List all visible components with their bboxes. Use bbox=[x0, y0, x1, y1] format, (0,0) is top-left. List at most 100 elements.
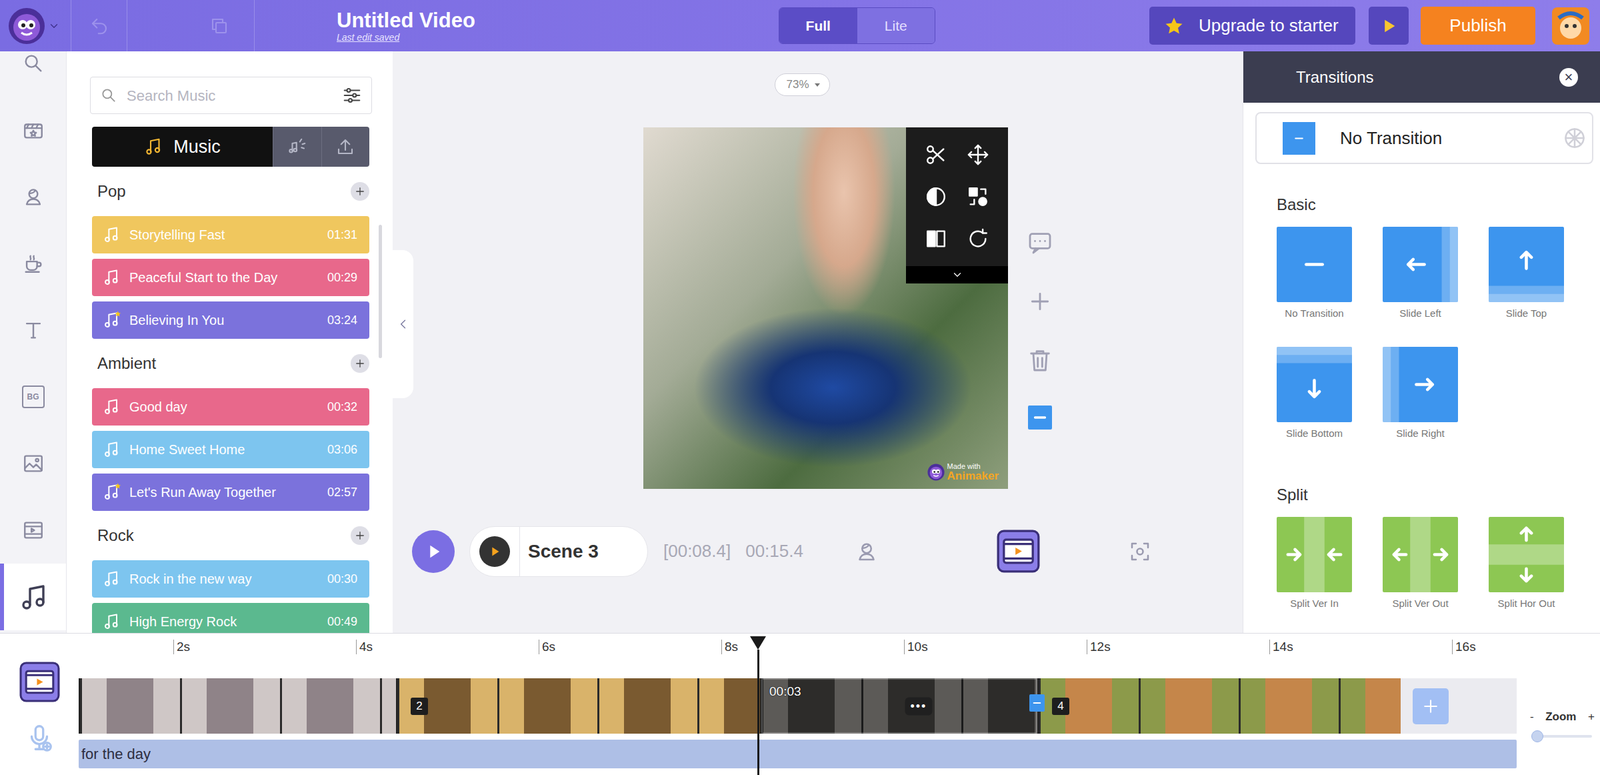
music-tab[interactable]: Music bbox=[92, 126, 273, 167]
add-icon[interactable] bbox=[350, 182, 370, 201]
view-button[interactable] bbox=[998, 531, 1038, 572]
music-track[interactable]: Home Sweet Home03:06 bbox=[92, 430, 370, 468]
music-track[interactable]: Believing In You03:24 bbox=[92, 301, 370, 339]
watermark-text: Made withAnimaker bbox=[947, 462, 999, 482]
rotate-icon[interactable] bbox=[966, 227, 990, 250]
transition-option[interactable]: Split Ver Out bbox=[1382, 516, 1458, 611]
scenes-icon[interactable] bbox=[19, 661, 60, 702]
play-button[interactable] bbox=[412, 530, 455, 573]
toolbar-more[interactable] bbox=[906, 266, 1008, 284]
view-button[interactable] bbox=[846, 531, 887, 572]
category-header: Pop bbox=[92, 177, 370, 206]
rail-item[interactable] bbox=[0, 163, 66, 230]
rail-item[interactable] bbox=[0, 296, 66, 364]
mode-option[interactable]: Full bbox=[779, 8, 858, 44]
rail-item[interactable] bbox=[0, 496, 66, 564]
music-track[interactable]: Let's Run Away Together02:57 bbox=[92, 473, 370, 511]
music-tab[interactable] bbox=[321, 126, 370, 167]
add-scene-icon[interactable] bbox=[1412, 688, 1449, 724]
music-search-input[interactable] bbox=[125, 84, 334, 108]
transition-option[interactable]: Slide Top bbox=[1488, 226, 1564, 321]
scene-play-button[interactable] bbox=[479, 536, 510, 567]
rail-item[interactable] bbox=[0, 430, 66, 497]
rail-item[interactable]: BG bbox=[0, 363, 66, 430]
scene-bar: Scene 3[00:08.4]00:15.4 bbox=[392, 525, 1243, 577]
view-button[interactable] bbox=[1120, 531, 1160, 572]
scene-clip[interactable]: 4 bbox=[1037, 678, 1401, 734]
preview-button[interactable] bbox=[1368, 6, 1409, 45]
undo-button[interactable] bbox=[71, 0, 128, 52]
transition-option[interactable]: Slide Right bbox=[1382, 346, 1458, 441]
flip-icon[interactable] bbox=[924, 227, 948, 250]
music-track[interactable]: Rock in the new way00:30 bbox=[92, 560, 370, 598]
transition-tile[interactable] bbox=[1382, 226, 1458, 302]
plus-icon[interactable] bbox=[1026, 288, 1054, 315]
rail-item[interactable] bbox=[0, 51, 66, 97]
close-button[interactable]: × bbox=[1559, 68, 1578, 87]
transition-tile[interactable] bbox=[1276, 516, 1352, 592]
upgrade-button[interactable]: Upgrade to starter bbox=[1149, 6, 1356, 45]
audio-track[interactable]: for the day bbox=[78, 739, 1517, 768]
music-track[interactable]: High Energy Rock00:49 bbox=[92, 602, 370, 633]
transition-option[interactable]: Split Ver In bbox=[1276, 516, 1352, 611]
add-icon[interactable] bbox=[350, 526, 370, 545]
filter-icon[interactable] bbox=[342, 85, 362, 106]
transition-tile[interactable] bbox=[1276, 226, 1352, 302]
transition-label: Split Hor Out bbox=[1498, 596, 1556, 611]
scene-clip[interactable] bbox=[78, 678, 396, 734]
music-tab[interactable] bbox=[272, 126, 322, 167]
note-icon bbox=[102, 440, 122, 459]
scene-pill[interactable]: Scene 3 bbox=[469, 526, 648, 577]
scene-clip[interactable]: 00:03••• bbox=[760, 678, 1038, 734]
video-title[interactable]: Untitled Video bbox=[336, 8, 779, 33]
playhead[interactable] bbox=[748, 634, 768, 775]
transition-marker[interactable] bbox=[1029, 694, 1045, 712]
zoom-in-button[interactable]: + bbox=[1588, 708, 1595, 726]
scene-clip[interactable]: 2 bbox=[396, 678, 760, 734]
rail-item[interactable] bbox=[0, 96, 66, 164]
music-track[interactable]: Peaceful Start to the Day00:29 bbox=[92, 258, 370, 296]
duplicate-button[interactable] bbox=[127, 0, 255, 52]
rail-item[interactable] bbox=[0, 230, 66, 297]
transition-option[interactable]: No Transition bbox=[1276, 226, 1352, 321]
zoom-select[interactable]: 73% bbox=[774, 73, 830, 96]
add-icon[interactable] bbox=[350, 354, 370, 373]
tool-list: BG bbox=[0, 51, 66, 630]
avatar-icon[interactable] bbox=[1552, 7, 1590, 45]
current-transition[interactable]: No Transition bbox=[1255, 112, 1594, 164]
publish-button[interactable]: Publish bbox=[1420, 6, 1536, 45]
scene-track: 200:03•••4 bbox=[78, 678, 1517, 734]
transition-tile[interactable] bbox=[1382, 516, 1458, 592]
search-icon bbox=[100, 86, 118, 104]
transition-tile[interactable] bbox=[1276, 346, 1352, 422]
microphone-icon[interactable] bbox=[24, 722, 55, 753]
last-saved-link[interactable]: Last edit saved bbox=[336, 32, 779, 43]
mode-option[interactable]: Lite bbox=[857, 8, 936, 44]
scrollbar[interactable] bbox=[378, 224, 382, 358]
contrast-icon[interactable] bbox=[924, 185, 948, 208]
transition-option[interactable]: Split Hor Out bbox=[1488, 516, 1564, 611]
comment-icon[interactable] bbox=[1026, 229, 1054, 256]
transition-icon[interactable] bbox=[1028, 405, 1052, 430]
note-icon bbox=[102, 569, 122, 588]
transition-tile[interactable] bbox=[1488, 226, 1564, 302]
logo-menu[interactable] bbox=[0, 0, 72, 52]
trash-icon[interactable] bbox=[1026, 346, 1054, 374]
collapse-panel-button[interactable] bbox=[392, 250, 414, 398]
music-track[interactable]: Good day00:32 bbox=[92, 388, 370, 426]
stage-photo[interactable]: Made withAnimaker bbox=[643, 127, 1008, 489]
scissors-icon[interactable] bbox=[924, 143, 948, 166]
zoom-knob[interactable] bbox=[1531, 730, 1544, 742]
rail-item[interactable] bbox=[0, 563, 66, 630]
music-track[interactable]: Storytelling Fast01:31 bbox=[92, 216, 370, 254]
transition-label: Slide Left bbox=[1399, 306, 1442, 321]
transition-tile[interactable] bbox=[1382, 346, 1458, 422]
scene-menu-button[interactable]: ••• bbox=[905, 696, 933, 715]
move-icon[interactable] bbox=[966, 143, 990, 166]
zoom-out-button[interactable]: - bbox=[1530, 708, 1534, 726]
swap-icon[interactable] bbox=[966, 185, 990, 208]
transition-tile[interactable] bbox=[1488, 516, 1564, 592]
transition-option[interactable]: Slide Left bbox=[1382, 226, 1458, 321]
transition-option[interactable]: Slide Bottom bbox=[1276, 346, 1352, 441]
zoom-slider[interactable] bbox=[1534, 734, 1592, 738]
